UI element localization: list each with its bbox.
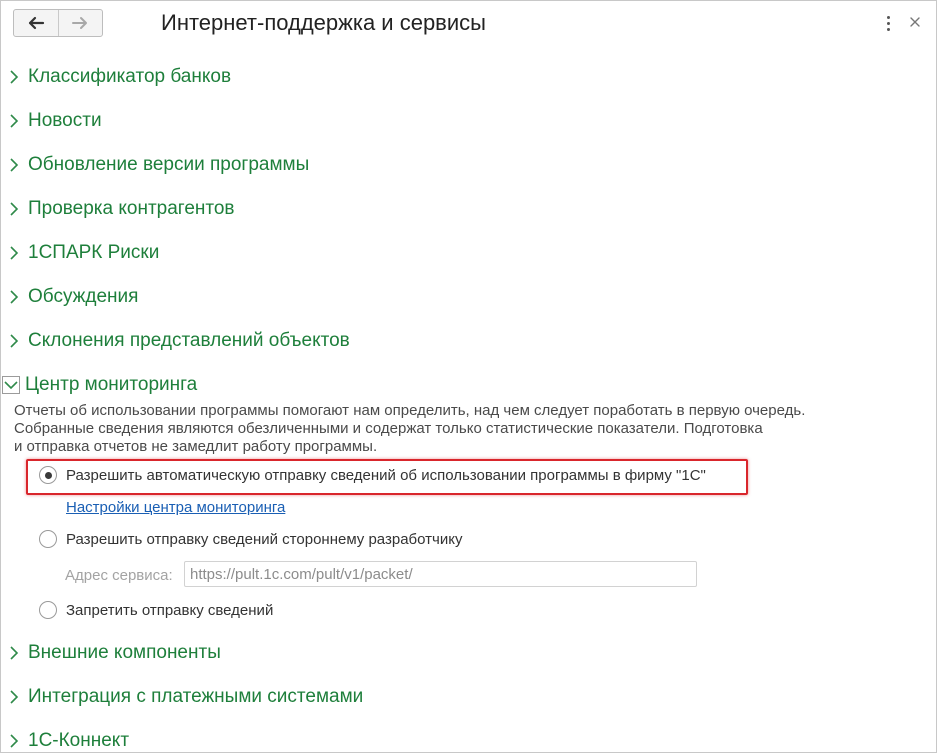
back-button[interactable]	[14, 10, 58, 36]
navigation-buttons	[13, 9, 103, 37]
section-external-components[interactable]: Внешние компоненты	[1, 638, 221, 668]
service-address-label: Адрес сервиса:	[65, 567, 173, 584]
monitoring-settings-link[interactable]: Настройки центра мониторинга	[66, 499, 285, 516]
section-discussions[interactable]: Обсуждения	[1, 282, 138, 312]
service-address-input[interactable]	[184, 561, 697, 587]
radio-button-checked[interactable]	[39, 466, 57, 484]
chevron-right-icon	[5, 200, 23, 218]
section-counterparty-check[interactable]: Проверка контрагентов	[1, 194, 235, 224]
section-label: Внешние компоненты	[28, 642, 221, 663]
section-bank-classifier[interactable]: Классификатор банков	[1, 62, 231, 92]
description-line: и отправка отчетов не замедлит работу пр…	[14, 438, 378, 455]
chevron-right-icon	[5, 332, 23, 350]
section-label: Обсуждения	[28, 286, 139, 307]
section-1c-connect[interactable]: 1С-Коннект	[1, 726, 130, 752]
description-line: Отчеты об использовании программы помога…	[14, 402, 806, 419]
forward-button[interactable]	[57, 10, 103, 36]
section-label: Классификатор банков	[28, 66, 232, 87]
section-monitoring-center[interactable]: Центр мониторинга	[1, 370, 197, 400]
chevron-right-icon	[5, 68, 23, 86]
chevron-right-icon	[5, 112, 23, 130]
section-label: Проверка контрагентов	[28, 198, 235, 219]
main-window: Интернет-поддержка и сервисы Классификат…	[0, 0, 937, 753]
radio-allow-third-party[interactable]: Разрешить отправку сведений стороннему р…	[39, 527, 462, 551]
radio-allow-1c[interactable]: Разрешить автоматическую отправку сведен…	[39, 463, 706, 487]
section-object-declensions[interactable]: Склонения представлений объектов	[1, 326, 350, 356]
chevron-right-icon	[5, 288, 23, 306]
radio-label: Разрешить автоматическую отправку сведен…	[66, 466, 706, 484]
radio-button[interactable]	[39, 601, 57, 619]
section-program-update[interactable]: Обновление версии программы	[1, 150, 309, 180]
section-label: 1СПАРК Риски	[28, 242, 160, 263]
section-news[interactable]: Новости	[1, 106, 102, 136]
description-line: Собранные сведения являются обезличенным…	[14, 420, 763, 437]
radio-forbid-sending[interactable]: Запретить отправку сведений	[39, 598, 273, 622]
radio-label: Запретить отправку сведений	[66, 601, 274, 619]
section-label: Склонения представлений объектов	[28, 330, 350, 351]
chevron-right-icon	[5, 644, 23, 662]
arrow-right-icon	[72, 17, 88, 29]
chevron-right-icon	[5, 156, 23, 174]
more-vertical-icon[interactable]	[883, 13, 893, 33]
radio-label: Разрешить отправку сведений стороннему р…	[66, 530, 463, 548]
window-title: Интернет-поддержка и сервисы	[161, 10, 486, 35]
section-label: Обновление версии программы	[28, 154, 310, 175]
section-label: 1С-Коннект	[28, 730, 130, 751]
chevron-down-icon	[2, 376, 20, 394]
section-label: Интеграция с платежными системами	[28, 686, 364, 707]
radio-button[interactable]	[39, 530, 57, 548]
section-spark-risks[interactable]: 1СПАРК Риски	[1, 238, 159, 268]
arrow-left-icon	[28, 16, 44, 30]
chevron-right-icon	[5, 688, 23, 706]
close-icon[interactable]	[908, 15, 922, 29]
monitoring-description: Отчеты об использовании программы помога…	[14, 402, 874, 456]
chevron-right-icon	[5, 732, 23, 750]
section-label: Новости	[28, 110, 102, 131]
section-label: Центр мониторинга	[25, 374, 198, 395]
section-payment-integration[interactable]: Интеграция с платежными системами	[1, 682, 363, 712]
chevron-right-icon	[5, 244, 23, 262]
